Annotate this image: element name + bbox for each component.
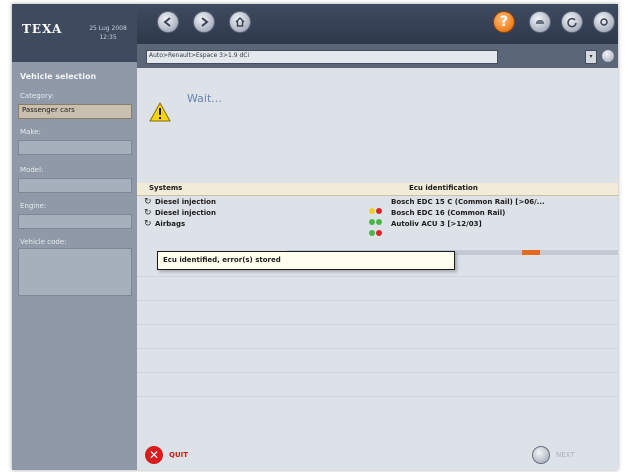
tooltip-text: Ecu identified, error(s) stored [163,256,281,264]
home-button[interactable] [229,11,251,33]
back-button[interactable] [157,11,179,33]
path-bar: Auto>Renault>Espace 3>1.9 dCi ▾ [137,44,618,68]
time-text: 12:35 [99,34,117,41]
tools-icon [600,18,608,26]
category-label: Category: [20,92,54,100]
warning-icon [149,102,171,122]
table-row[interactable]: ↻ Diesel injection Bosch EDC 16 (Common Ra… [137,208,618,225]
ecu-identification: Bosch EDC 16 (Common Rail) [391,209,506,217]
close-icon: ✕ [145,446,163,464]
ecu-identification: Bosch EDC 15 C (Common Rail) [>06/... [391,198,545,206]
table-gridline [137,276,618,277]
tool-button-1[interactable] [529,11,551,33]
model-label: Model: [20,166,44,174]
bottom-bar: ✕ QUIT NEXT [137,440,618,470]
date-text: 25 Lug 2008 [89,25,127,32]
go-button[interactable] [601,49,615,63]
sidebar: TEXA 25 Lug 2008 12:35 Vehicle selection… [12,4,137,470]
texa-window: TEXA 25 Lug 2008 12:35 Vehicle selection… [12,4,618,470]
wait-message: Wait... [187,92,222,105]
system-name: Diesel injection [155,209,216,217]
next-label: NEXT [556,451,575,459]
engine-label: Engine: [20,202,47,210]
date-time: 25 Lug 2008 12:35 [82,24,134,42]
vehicle-path-combo[interactable]: Auto>Renault>Espace 3>1.9 dCi [146,50,498,64]
brand-header: TEXA 25 Lug 2008 12:35 [12,4,137,62]
tool-button-2[interactable] [561,11,583,33]
tool-button-3[interactable] [593,11,615,33]
engine-field[interactable] [18,214,132,229]
texa-logo: TEXA [22,22,63,36]
table-gridline [137,372,618,373]
table-gridline [137,300,618,301]
arrow-right-icon [532,446,550,464]
next-button[interactable]: NEXT [532,446,602,466]
forward-button[interactable] [193,11,215,33]
table-row[interactable]: ↻ Airbags Autoliv ACU 3 [>12/03] [137,219,618,236]
status-tooltip: Ecu identified, error(s) stored [157,251,455,270]
vehicle-path-text: Auto>Renault>Espace 3>1.9 dCi [149,52,250,59]
make-field[interactable] [18,140,132,155]
column-systems: Systems [149,184,183,192]
refresh-icon: ↻ [144,219,152,229]
quit-label: QUIT [169,451,189,459]
sidebar-title: Vehicle selection [20,72,97,81]
quit-button[interactable]: ✕ QUIT [145,446,265,466]
status-led-icon [369,230,375,236]
category-value: Passenger cars [22,106,75,114]
top-toolbar: ? [137,4,618,44]
arrow-left-icon [163,17,171,27]
arrow-right-icon [201,17,209,27]
progress-marker [522,250,540,255]
status-leds [369,221,383,240]
ecu-identification: Autoliv ACU 3 [>12/03] [391,220,482,228]
make-label: Make: [20,128,41,136]
vehicle-code-field[interactable] [18,248,132,296]
table-gridline [137,324,618,325]
category-field[interactable]: Passenger cars [18,104,132,119]
column-ecu-identification: Ecu identification [409,184,478,192]
help-button[interactable]: ? [493,11,515,33]
home-icon [235,16,245,27]
table-gridline [137,396,618,397]
refresh-icon: ↻ [144,208,152,218]
refresh-icon: ↻ [144,197,152,207]
vehicle-code-label: Vehicle code: [20,238,67,246]
car-icon [536,20,544,24]
status-led-icon [376,230,382,236]
system-name: Diesel injection [155,198,216,206]
model-field[interactable] [18,178,132,193]
system-name: Airbags [155,220,186,228]
main-panel: Wait... Systems Ecu identification ↻ Dies… [137,68,618,440]
table-header: Systems Ecu identification [137,183,618,196]
refresh-icon [567,17,577,28]
table-row[interactable]: ↻ Diesel injection Bosch EDC 15 C (Common … [137,197,618,214]
dropdown-arrow-icon[interactable]: ▾ [585,50,597,64]
table-gridline [137,348,618,349]
